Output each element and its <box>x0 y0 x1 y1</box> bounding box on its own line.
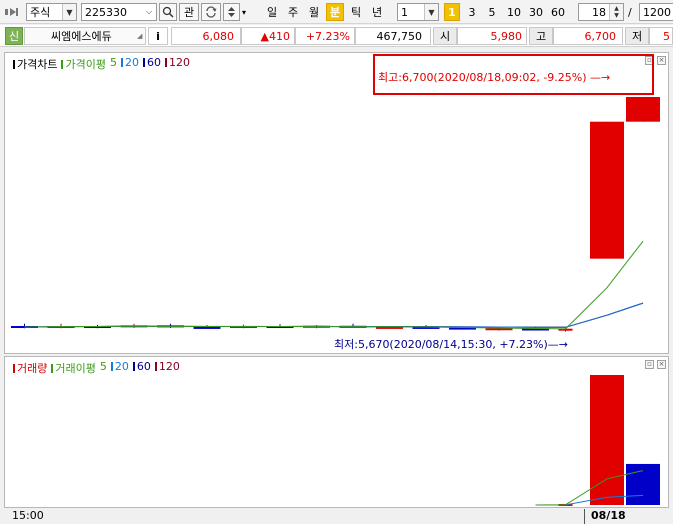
preset-label: 10 <box>507 5 521 19</box>
chart-toolbar: 주식 ▼ 225330 ⌵ 관 ▾ 일 주 월 분 틱 년 1 ▼ 1 3 5 … <box>0 0 673 24</box>
preset-label: 1 <box>448 5 456 19</box>
preset-label: 3 <box>468 5 476 19</box>
open-label: 시 <box>433 27 457 45</box>
time-axis-date-label: 08/18 <box>591 509 626 522</box>
trade-volume: 467,750 <box>355 27 431 45</box>
low-annotation: 최저:5,670(2020/08/14,15:30, +7.23%)—→ <box>334 336 568 352</box>
chevron-down-icon[interactable]: ▾ <box>242 3 252 21</box>
slash-separator: / <box>628 5 632 19</box>
time-axis-start-label: 15:00 <box>12 509 44 522</box>
volume-bar <box>626 463 660 505</box>
high-annotation: 최고:6,700(2020/08/18,09:02, -9.25%) —→ <box>378 69 610 85</box>
recycle-icon[interactable] <box>201 3 221 21</box>
volume-bar <box>590 375 624 505</box>
count-stepper[interactable]: 18 ▲ ▼ <box>578 3 624 21</box>
price-change: ▲410 <box>241 27 295 45</box>
period-label: 년 <box>371 6 383 19</box>
total-count-value: 1200 <box>643 5 671 19</box>
date-divider <box>584 509 585 524</box>
high-price: 6,700 <box>553 27 623 45</box>
candle-body <box>590 121 624 259</box>
market-type-select[interactable]: 주식 ▼ <box>26 3 77 21</box>
period-month-button[interactable]: 월 <box>305 3 323 21</box>
period-label: 일 <box>266 6 278 19</box>
chevron-down-icon[interactable]: ▼ <box>62 4 76 20</box>
period-week-button[interactable]: 주 <box>284 3 302 21</box>
ma20-line <box>24 302 644 328</box>
stock-name-field[interactable]: 씨엠에스에듀 <box>24 27 146 45</box>
high-label: 고 <box>529 27 553 45</box>
time-axis: 15:00 08/18 <box>0 509 673 524</box>
spinner-up-down-icon[interactable] <box>223 3 240 21</box>
arrow-right-icon: —→ <box>586 71 611 84</box>
preset-5-button[interactable]: 5 <box>484 3 500 21</box>
period-minute-button[interactable]: 분 <box>326 3 344 21</box>
ma60-line <box>24 302 644 328</box>
kwan-button[interactable]: 관 <box>179 3 199 21</box>
change-percent: +7.23% <box>295 27 355 45</box>
open-price: 5,980 <box>457 27 527 45</box>
period-year-button[interactable]: 년 <box>368 3 386 21</box>
stock-code-input[interactable]: 225330 ⌵ <box>81 3 157 21</box>
arrow-right-icon: —→ <box>547 338 568 351</box>
interval-select[interactable]: 1 ▼ <box>397 3 439 21</box>
preset-30-button[interactable]: 30 <box>526 3 546 21</box>
volume-chart-canvas[interactable] <box>5 357 668 507</box>
period-label: 분 <box>329 6 341 19</box>
info-button[interactable]: i <box>148 27 168 45</box>
preset-label: 30 <box>529 5 543 19</box>
preset-label: 60 <box>551 5 565 19</box>
preset-10-button[interactable]: 10 <box>504 3 524 21</box>
stock-name: 씨엠에스에듀 <box>51 30 112 43</box>
preset-60-button[interactable]: 60 <box>548 3 568 21</box>
count-value: 18 <box>592 5 606 19</box>
ma120-line <box>24 302 644 328</box>
period-day-button[interactable]: 일 <box>263 3 281 21</box>
stock-code-value: 225330 <box>85 5 127 19</box>
low-annotation-text: 최저:5,670(2020/08/14,15:30, +7.23%) <box>334 338 548 351</box>
price-chart-panel[interactable]: 가격차트 가격이평 5 20 60 120 ▫ × 최고:6,700(2020/… <box>4 52 669 354</box>
period-tick-button[interactable]: 틱 <box>347 3 365 21</box>
search-icon[interactable] <box>159 3 177 21</box>
preset-label: 5 <box>488 5 496 19</box>
corner-resize-icon: ◢ <box>137 32 143 40</box>
period-label: 주 <box>287 6 299 19</box>
volume-chart-panel[interactable]: 거래량 거래이평 5 20 60 120 ▫ × <box>4 356 669 508</box>
interval-value: 1 <box>401 5 408 19</box>
stepper-arrows-icon[interactable]: ▲ ▼ <box>609 4 623 20</box>
link-arrow-icon[interactable] <box>3 3 23 21</box>
chevron-down-icon[interactable]: ▼ <box>424 4 438 20</box>
ma5-line <box>24 240 644 330</box>
total-count-input[interactable]: 1200 <box>639 3 673 21</box>
preset-1-button[interactable]: 1 <box>444 3 460 21</box>
high-annotation-text: 최고:6,700(2020/08/18,09:02, -9.25%) <box>378 71 587 84</box>
chevron-down-icon[interactable]: ⌵ <box>142 4 156 20</box>
low-price: 5 <box>649 27 673 45</box>
candle-body <box>626 97 660 122</box>
low-label: 저 <box>625 27 649 45</box>
kwan-label: 관 <box>183 6 195 19</box>
period-label: 틱 <box>350 6 362 19</box>
new-listing-badge: 신 <box>5 27 23 45</box>
preset-3-button[interactable]: 3 <box>464 3 480 21</box>
period-label: 월 <box>308 6 320 19</box>
price-chart-canvas[interactable] <box>5 53 668 353</box>
stock-info-bar: 신 씨엠에스에듀 ◢ i 6,080 ▲410 +7.23% 467,750 시… <box>0 25 673 47</box>
market-type-value: 주식 <box>30 6 51 19</box>
current-price: 6,080 <box>171 27 241 45</box>
candle-body <box>193 326 221 329</box>
